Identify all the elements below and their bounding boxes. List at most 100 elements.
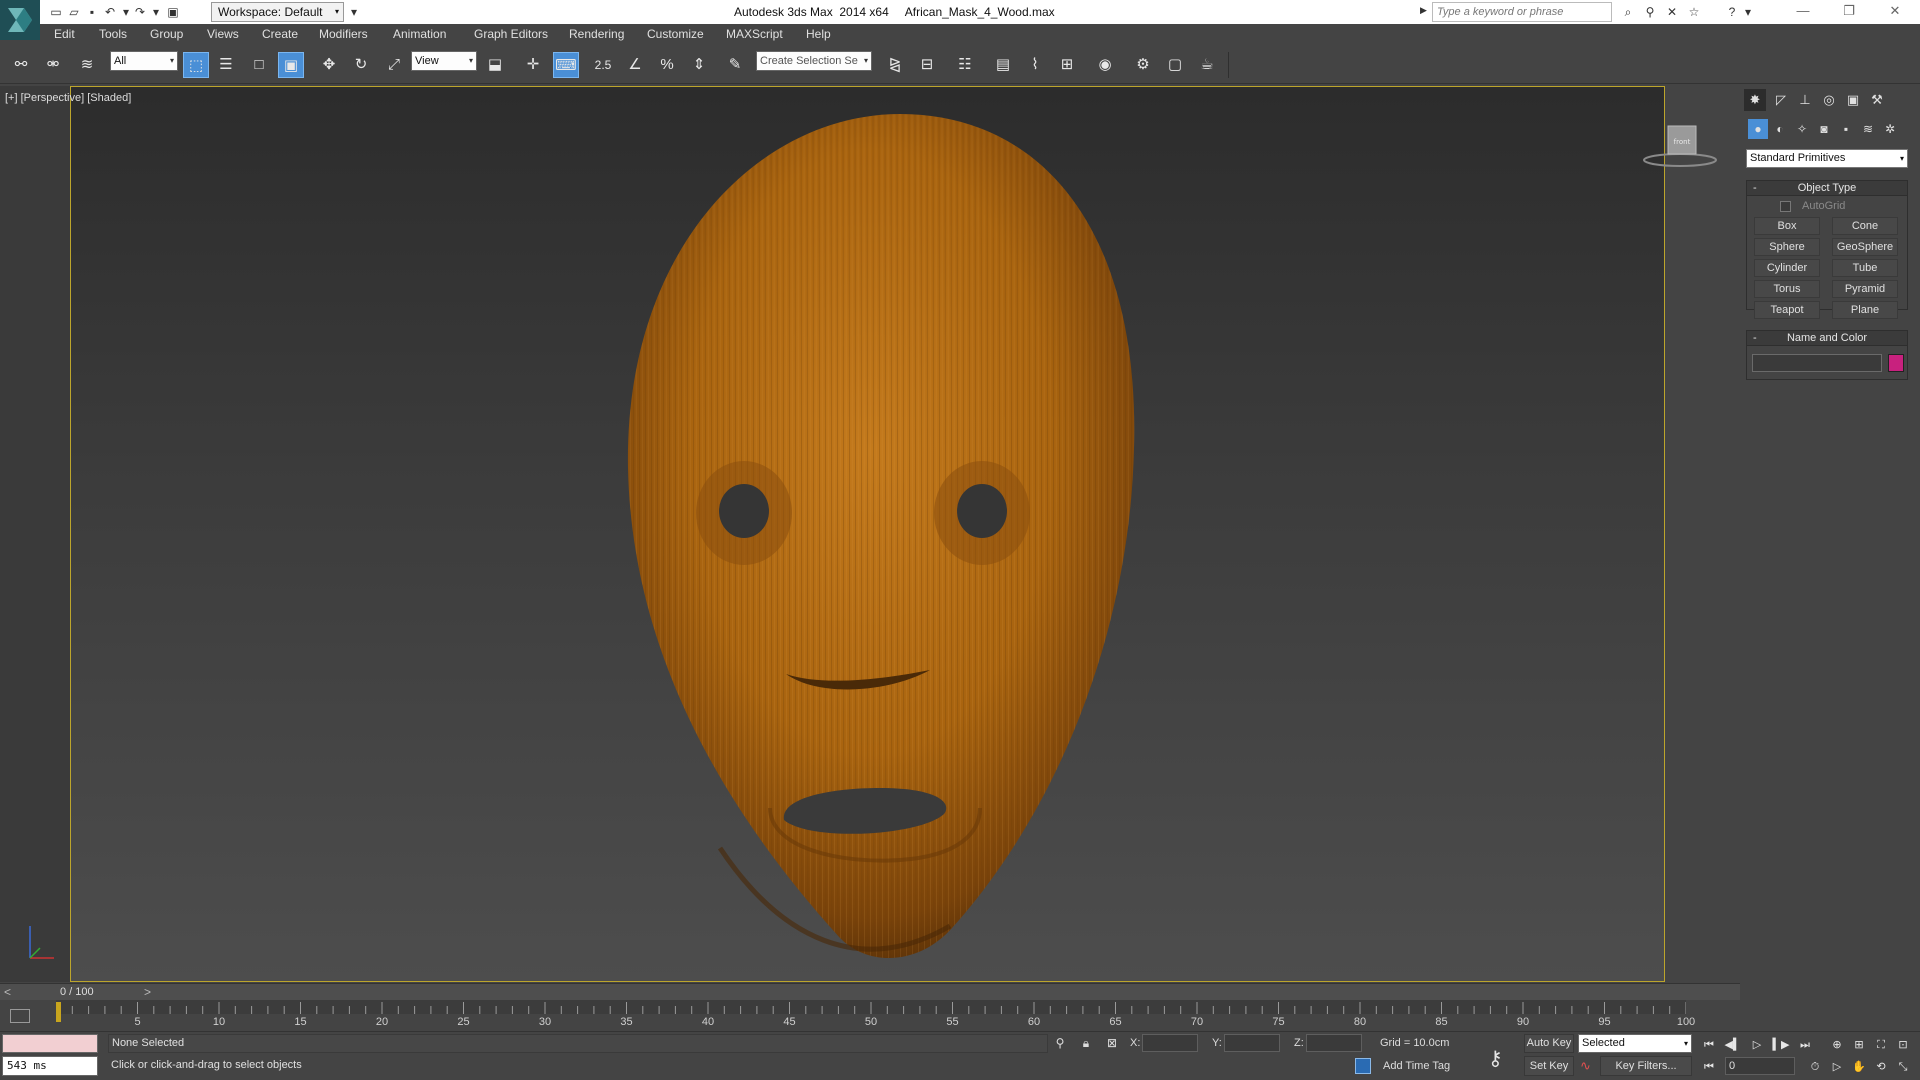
helpers-icon[interactable]: ▪ bbox=[1836, 119, 1856, 139]
search-expand-icon[interactable]: ▶ bbox=[1420, 5, 1427, 16]
save-file-icon[interactable]: ▪ bbox=[84, 4, 100, 20]
quick-access-customize-icon[interactable]: ▾ bbox=[346, 4, 362, 20]
snaps-toggle-icon[interactable]: 2.5 bbox=[590, 52, 616, 78]
default-tangent-icon[interactable]: ∿ bbox=[1580, 1058, 1591, 1074]
select-by-name-icon[interactable]: ☰ bbox=[213, 52, 239, 78]
percent-snap-icon[interactable]: % bbox=[654, 52, 680, 78]
menu-tools[interactable]: Tools bbox=[99, 27, 127, 41]
hierarchy-tab-icon[interactable]: ⊥ bbox=[1794, 89, 1816, 111]
selection-filter-dropdown[interactable]: All ▾ bbox=[110, 51, 178, 71]
zoom-extents-all-icon[interactable]: ⊡ bbox=[1894, 1036, 1912, 1054]
selection-lock-icon[interactable]: 🔒︎ bbox=[1078, 1035, 1094, 1051]
select-and-move-icon[interactable]: ✥ bbox=[316, 52, 342, 78]
key-filters-button[interactable]: Key Filters... bbox=[1600, 1056, 1692, 1076]
autogrid-checkbox[interactable] bbox=[1780, 201, 1791, 212]
select-and-manipulate-icon[interactable]: ✛ bbox=[520, 52, 546, 78]
help-dropdown-icon[interactable]: ▾ bbox=[1740, 4, 1756, 20]
pan-view-icon[interactable]: ✋ bbox=[1850, 1058, 1868, 1076]
workspace-dropdown[interactable]: Workspace: Default ▾ bbox=[211, 2, 344, 22]
create-tab-icon[interactable]: ✸ bbox=[1744, 89, 1766, 111]
time-slider[interactable]: < 0 / 100 > bbox=[0, 983, 1740, 1000]
open-mini-curve-editor-icon[interactable] bbox=[10, 1009, 30, 1023]
window-crossing-icon[interactable]: ▣ bbox=[278, 52, 304, 78]
plane-button[interactable]: Plane bbox=[1832, 301, 1898, 319]
cameras-icon[interactable]: ◙ bbox=[1814, 119, 1834, 139]
key-mode-toggle-icon[interactable]: ⏮ bbox=[1700, 1058, 1718, 1076]
box-button[interactable]: Box bbox=[1754, 217, 1820, 235]
set-key-button[interactable]: Set Key bbox=[1524, 1056, 1574, 1076]
utilities-tab-icon[interactable]: ⚒ bbox=[1866, 89, 1888, 111]
redo-icon[interactable]: ↷ bbox=[132, 4, 148, 20]
sphere-button[interactable]: Sphere bbox=[1754, 238, 1820, 256]
cone-button[interactable]: Cone bbox=[1832, 217, 1898, 235]
project-folder-icon[interactable]: ▣ bbox=[165, 4, 181, 20]
lights-icon[interactable]: ✧ bbox=[1792, 119, 1812, 139]
go-to-end-icon[interactable]: ⏭ bbox=[1796, 1036, 1814, 1054]
menu-views[interactable]: Views bbox=[207, 27, 239, 41]
spinner-snap-icon[interactable]: ⇕ bbox=[686, 52, 712, 78]
viewport-label-menu[interactable]: [+] [Perspective] [Shaded] bbox=[5, 92, 131, 104]
menu-maxscript[interactable]: MAXScript bbox=[726, 27, 783, 41]
angle-snap-icon[interactable]: ∠ bbox=[622, 52, 648, 78]
layer-manager-icon[interactable]: ☷ bbox=[952, 52, 978, 78]
cylinder-button[interactable]: Cylinder bbox=[1754, 259, 1820, 277]
current-frame-input[interactable]: 0 bbox=[1725, 1057, 1795, 1075]
menu-customize[interactable]: Customize bbox=[647, 27, 704, 41]
minimize-button[interactable]: — bbox=[1780, 0, 1826, 24]
communication-center-icon[interactable]: ✕ bbox=[1664, 4, 1680, 20]
next-frame-icon[interactable]: ▍▶ bbox=[1772, 1036, 1790, 1054]
teapot-button[interactable]: Teapot bbox=[1754, 301, 1820, 319]
display-tab-icon[interactable]: ▣ bbox=[1842, 89, 1864, 111]
help-icon[interactable]: ? bbox=[1724, 4, 1740, 20]
geometry-icon[interactable]: ● bbox=[1748, 119, 1768, 139]
bind-to-space-warp-icon[interactable]: ≋ bbox=[74, 52, 100, 78]
systems-icon[interactable]: ✲ bbox=[1880, 119, 1900, 139]
select-and-scale-icon[interactable]: ⤢ bbox=[381, 52, 407, 78]
curve-editor-icon[interactable]: ⌇ bbox=[1022, 52, 1048, 78]
y-coord-input[interactable] bbox=[1224, 1034, 1280, 1052]
menu-help[interactable]: Help bbox=[806, 27, 831, 41]
render-setup-icon[interactable]: ⚙ bbox=[1130, 52, 1156, 78]
restore-button[interactable]: ❐ bbox=[1826, 0, 1872, 24]
previous-frame-arrow-icon[interactable]: < bbox=[4, 985, 11, 999]
graphite-ribbon-icon[interactable]: ▤ bbox=[990, 52, 1016, 78]
edit-named-selection-icon[interactable]: ✎ bbox=[722, 52, 748, 78]
keyboard-shortcut-override-icon[interactable]: ⌨ bbox=[553, 52, 579, 78]
go-to-start-icon[interactable]: ⏮ bbox=[1700, 1036, 1718, 1054]
key-mode-icon[interactable]: ⚷ bbox=[1488, 1046, 1503, 1071]
pyramid-button[interactable]: Pyramid bbox=[1832, 280, 1898, 298]
menu-rendering[interactable]: Rendering bbox=[569, 27, 624, 41]
shapes-icon[interactable]: ◐ bbox=[1770, 119, 1790, 139]
maxscript-mini-listener[interactable] bbox=[2, 1034, 98, 1053]
absolute-relative-transform-icon[interactable]: ⊠ bbox=[1104, 1035, 1120, 1051]
zoom-extents-icon[interactable]: ⛶ bbox=[1872, 1036, 1890, 1054]
isolate-selection-icon[interactable]: ⚲ bbox=[1052, 1035, 1068, 1051]
mirror-icon[interactable]: ⧎ bbox=[882, 52, 908, 78]
zoom-all-icon[interactable]: ⊞ bbox=[1850, 1036, 1868, 1054]
undo-icon[interactable]: ↶ bbox=[102, 4, 118, 20]
time-configuration-icon[interactable]: ⏱ bbox=[1806, 1058, 1824, 1076]
menu-edit[interactable]: Edit bbox=[54, 27, 75, 41]
tube-button[interactable]: Tube bbox=[1832, 259, 1898, 277]
x-coord-input[interactable] bbox=[1142, 1034, 1198, 1052]
menu-graph-editors[interactable]: Graph Editors bbox=[474, 27, 548, 41]
key-selection-dropdown[interactable]: Selected ▾ bbox=[1578, 1034, 1692, 1053]
geosphere-button[interactable]: GeoSphere bbox=[1832, 238, 1898, 256]
application-menu-button[interactable] bbox=[0, 0, 40, 40]
close-button[interactable]: ✕ bbox=[1872, 0, 1918, 24]
menu-animation[interactable]: Animation bbox=[393, 27, 446, 41]
menu-create[interactable]: Create bbox=[262, 27, 298, 41]
track-bar[interactable]: 5 10 15 20 25 30 35 40 45 50 55 60 65 70 75 80 85 90 95 100 bbox=[0, 1000, 1740, 1031]
time-tag-icon[interactable] bbox=[1355, 1058, 1371, 1074]
object-name-input[interactable] bbox=[1752, 354, 1882, 372]
maximize-viewport-icon[interactable]: ⤡ bbox=[1894, 1058, 1912, 1076]
rectangular-selection-icon[interactable]: □ bbox=[246, 52, 272, 78]
primitive-category-dropdown[interactable]: Standard Primitives ▾ bbox=[1746, 149, 1908, 168]
name-and-color-rollout-header[interactable]: - Name and Color bbox=[1746, 330, 1908, 346]
viewcube[interactable]: front bbox=[1640, 124, 1720, 174]
previous-frame-icon[interactable]: ◀▍ bbox=[1724, 1036, 1742, 1054]
auto-key-button[interactable]: Auto Key bbox=[1524, 1034, 1574, 1053]
next-frame-arrow-icon[interactable]: > bbox=[144, 985, 151, 999]
material-editor-icon[interactable]: ◉ bbox=[1092, 52, 1118, 78]
open-file-icon[interactable]: ▱ bbox=[66, 4, 82, 20]
